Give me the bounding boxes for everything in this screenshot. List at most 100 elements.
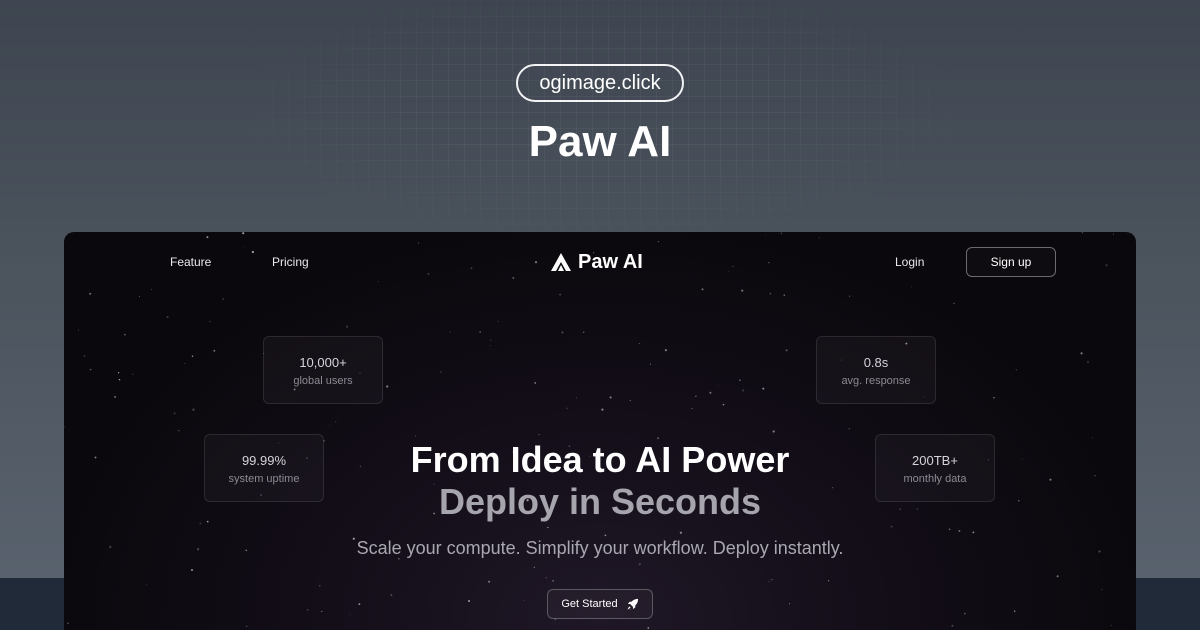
star bbox=[67, 622, 69, 625]
star bbox=[178, 429, 180, 432]
star bbox=[691, 407, 693, 409]
star bbox=[470, 267, 473, 270]
star bbox=[993, 396, 995, 399]
star bbox=[780, 232, 782, 234]
star bbox=[114, 395, 117, 398]
star bbox=[479, 331, 481, 333]
star bbox=[245, 625, 248, 627]
star bbox=[848, 428, 850, 430]
star bbox=[166, 315, 169, 318]
star bbox=[415, 435, 416, 437]
star bbox=[717, 385, 719, 387]
star bbox=[489, 339, 492, 342]
star bbox=[1013, 610, 1016, 612]
star bbox=[206, 520, 209, 523]
star bbox=[335, 421, 337, 423]
star bbox=[449, 331, 451, 333]
star bbox=[64, 426, 65, 428]
star bbox=[349, 614, 351, 616]
star bbox=[124, 333, 126, 336]
star bbox=[768, 581, 770, 583]
nav-link-feature[interactable]: Feature bbox=[170, 254, 211, 270]
star bbox=[377, 281, 379, 282]
star bbox=[1087, 361, 1089, 363]
stat-card-response: 0.8s avg. response bbox=[816, 336, 936, 404]
star bbox=[576, 397, 577, 399]
star bbox=[244, 246, 246, 248]
get-started-button[interactable]: Get Started bbox=[547, 589, 653, 619]
star bbox=[94, 456, 97, 459]
brand-logo[interactable]: Paw AI bbox=[550, 248, 650, 276]
star bbox=[139, 296, 141, 298]
starfield bbox=[64, 232, 1114, 629]
star bbox=[722, 403, 725, 406]
star bbox=[1105, 264, 1108, 267]
star bbox=[358, 603, 361, 606]
star bbox=[768, 261, 770, 264]
star bbox=[849, 295, 851, 297]
star bbox=[488, 580, 491, 583]
paw-logo-icon bbox=[551, 253, 571, 271]
star bbox=[695, 395, 697, 397]
star bbox=[679, 531, 683, 534]
star bbox=[196, 548, 200, 551]
star bbox=[545, 576, 548, 579]
star bbox=[783, 294, 786, 297]
star bbox=[245, 549, 248, 552]
star bbox=[538, 434, 540, 436]
star bbox=[559, 293, 561, 296]
nav-link-pricing[interactable]: Pricing bbox=[272, 254, 309, 270]
star bbox=[307, 609, 309, 611]
star bbox=[789, 603, 791, 605]
app-preview-window: Feature Pricing Paw AI Login Sign up 10,… bbox=[64, 232, 1136, 630]
star bbox=[117, 372, 120, 374]
stat-label: global users bbox=[293, 375, 353, 387]
star bbox=[727, 271, 729, 273]
star bbox=[151, 288, 153, 291]
star bbox=[916, 508, 918, 510]
hero-heading: From Idea to AI Power bbox=[410, 439, 790, 480]
star bbox=[1018, 500, 1020, 502]
stat-value: 10,000+ bbox=[299, 355, 347, 370]
star bbox=[951, 624, 954, 627]
star bbox=[209, 320, 211, 323]
star bbox=[89, 292, 92, 295]
star bbox=[1094, 475, 1096, 477]
login-link[interactable]: Login bbox=[895, 254, 924, 270]
star bbox=[552, 580, 554, 582]
star bbox=[386, 385, 389, 388]
star bbox=[1022, 458, 1023, 460]
star bbox=[1081, 232, 1084, 234]
star bbox=[638, 342, 641, 345]
stat-value: 0.8s bbox=[863, 355, 889, 370]
star bbox=[732, 265, 734, 268]
domain-badge: ogimage.click bbox=[516, 64, 684, 102]
get-started-label: Get Started bbox=[561, 598, 618, 610]
star bbox=[1110, 624, 1113, 627]
star bbox=[1101, 588, 1103, 590]
star bbox=[1092, 437, 1094, 439]
star bbox=[192, 408, 195, 411]
star bbox=[561, 331, 564, 334]
star bbox=[657, 240, 660, 243]
star bbox=[77, 329, 79, 331]
star bbox=[184, 362, 186, 364]
page-title: Paw AI bbox=[528, 117, 672, 166]
star bbox=[739, 379, 741, 381]
star bbox=[785, 349, 788, 352]
star bbox=[647, 627, 650, 629]
star bbox=[533, 566, 536, 569]
brand-name: Paw AI bbox=[578, 251, 643, 273]
star bbox=[709, 391, 712, 394]
star bbox=[1015, 369, 1017, 371]
star bbox=[523, 599, 525, 601]
star bbox=[191, 355, 194, 358]
rocket-icon bbox=[627, 598, 638, 610]
star bbox=[649, 363, 651, 365]
star bbox=[1056, 575, 1059, 578]
star bbox=[765, 234, 766, 236]
star bbox=[910, 286, 913, 288]
star bbox=[771, 579, 773, 581]
signup-button[interactable]: Sign up bbox=[966, 247, 1056, 277]
star bbox=[146, 583, 148, 585]
